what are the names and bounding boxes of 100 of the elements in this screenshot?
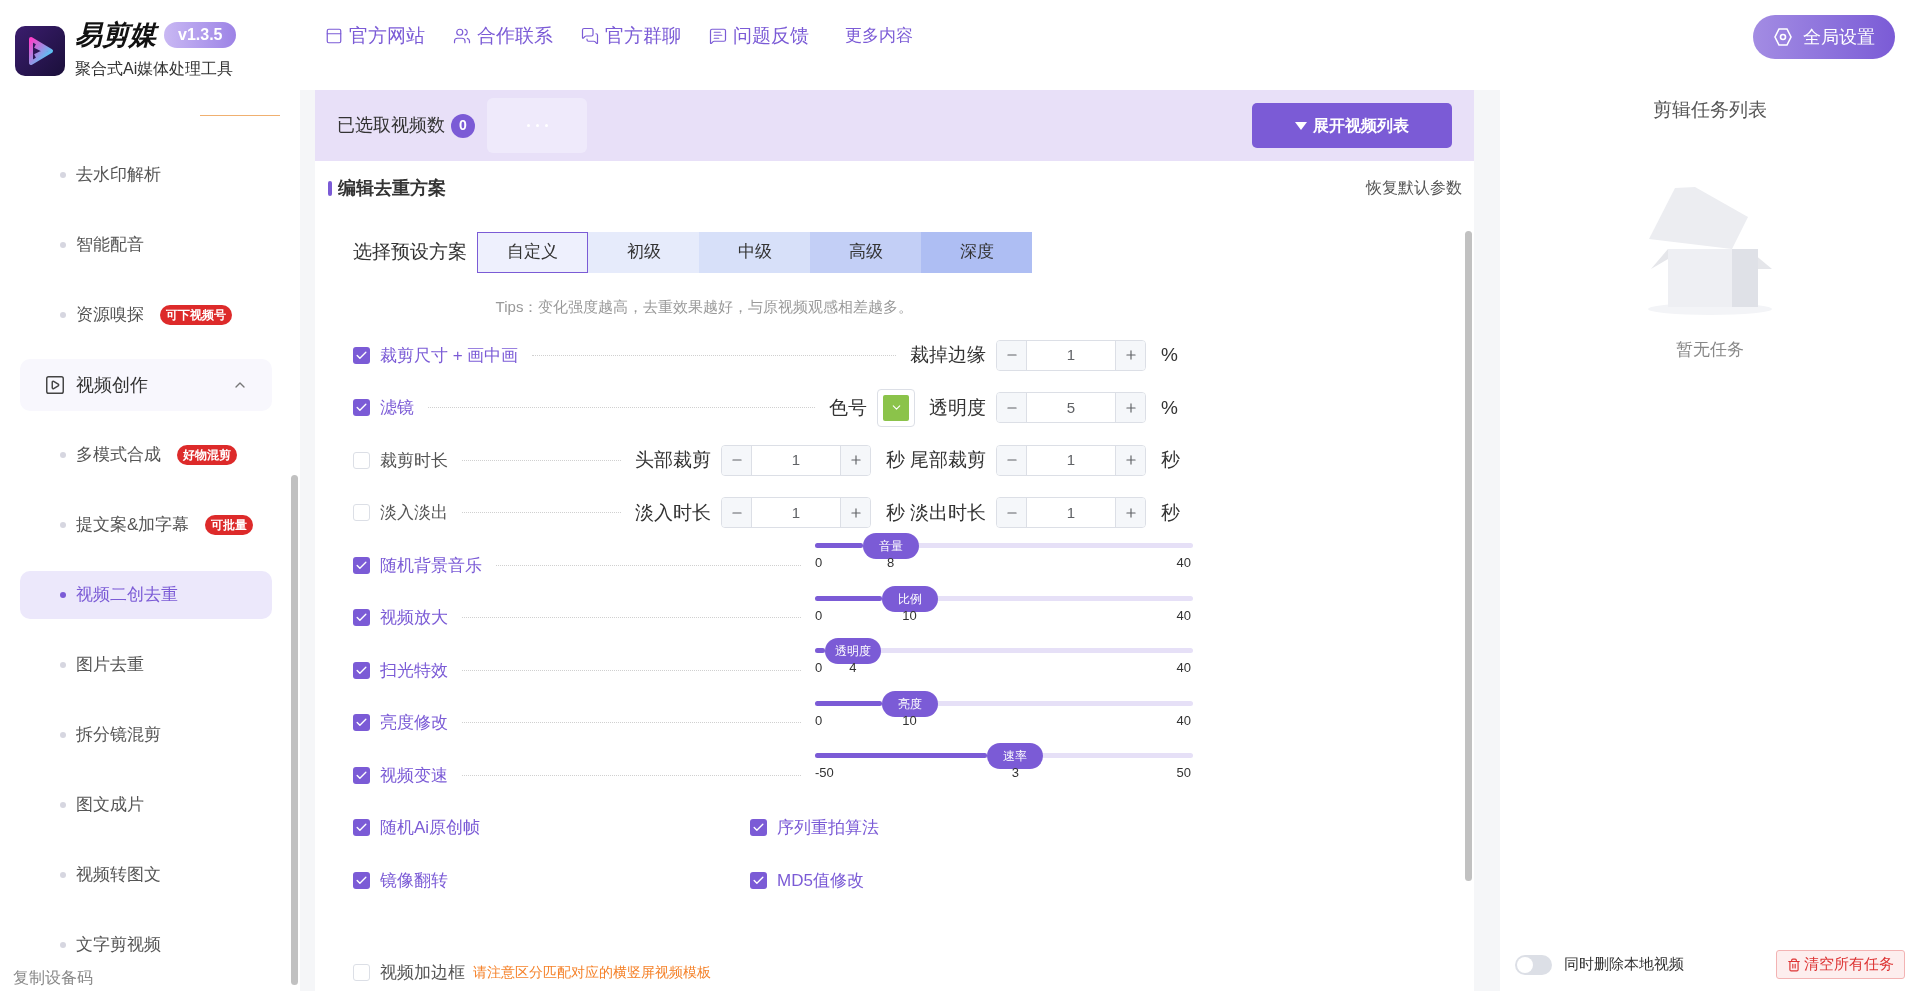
menu-label: 视频转图文 xyxy=(76,864,161,887)
checkbox[interactable] xyxy=(353,871,370,889)
settings-icon xyxy=(1773,27,1793,47)
preset-tab[interactable]: 自定义 xyxy=(477,231,588,273)
field-label: 淡入时长 xyxy=(635,500,711,525)
number-stepper[interactable]: 1 xyxy=(996,444,1146,476)
nav-link[interactable]: 更多内容 xyxy=(845,23,913,49)
checkbox[interactable] xyxy=(750,871,767,889)
minus-icon[interactable] xyxy=(997,445,1027,475)
checkbox[interactable] xyxy=(353,714,370,732)
scrollbar[interactable] xyxy=(291,475,298,985)
checkbox[interactable] xyxy=(353,399,370,417)
checkbox[interactable] xyxy=(353,609,370,627)
menu-label: 提文案&加字幕 xyxy=(76,514,190,537)
plus-icon[interactable] xyxy=(1115,393,1145,423)
number-value: 1 xyxy=(1065,502,1077,523)
menu-item[interactable]: 拆分镜混剪 xyxy=(20,711,272,759)
minus-icon[interactable] xyxy=(722,445,752,475)
option-label: 视频放大 xyxy=(380,607,448,629)
menu-item[interactable]: 图片去重 xyxy=(20,641,272,689)
slider-fill xyxy=(815,700,882,706)
menu-item[interactable]: 视频二创去重 xyxy=(20,571,272,619)
nav-link[interactable]: 问题反馈 xyxy=(709,21,809,51)
menu-item[interactable]: 图文成片 xyxy=(20,781,272,829)
menu-label: 视频二创去重 xyxy=(76,584,178,607)
option-label: 随机背景音乐 xyxy=(380,554,482,577)
number-stepper[interactable]: 1 xyxy=(996,339,1146,371)
preset-tab[interactable]: 初级 xyxy=(588,231,699,273)
empty-text: 暂无任务 xyxy=(1676,338,1744,361)
plus-icon[interactable] xyxy=(1115,498,1145,528)
menu-group[interactable]: 视频创作 xyxy=(20,359,272,411)
toggle-label: 同时删除本地视频 xyxy=(1564,954,1685,975)
version-badge: v1.3.5 xyxy=(164,22,237,48)
trash-icon xyxy=(1787,957,1801,972)
menu-item[interactable]: 文字剪视频 xyxy=(20,921,272,969)
scrollbar[interactable] xyxy=(1465,231,1472,881)
option-label: 淡入淡出 xyxy=(380,502,448,524)
checkbox[interactable] xyxy=(353,504,370,522)
slider-thumb[interactable]: 比例 xyxy=(881,585,938,612)
number-stepper[interactable]: 5 xyxy=(996,392,1146,424)
number-stepper[interactable]: 1 xyxy=(721,497,871,529)
field-label: 透明度 xyxy=(929,395,986,420)
checkbox[interactable] xyxy=(353,556,370,574)
preset-label: 选择预设方案 xyxy=(353,239,467,264)
field-label: 色号 xyxy=(829,395,867,420)
menu-item[interactable]: 资源嗅探 可下视频号 xyxy=(20,291,272,339)
video-icon xyxy=(44,374,66,396)
menu-item[interactable]: 智能配音 xyxy=(20,221,272,269)
plus-icon[interactable] xyxy=(1115,445,1145,475)
plus-icon[interactable] xyxy=(840,445,870,475)
checkbox[interactable] xyxy=(353,766,370,784)
warning-note: 请注意区分匹配对应的横竖屏视频模板 xyxy=(473,963,711,983)
checkbox[interactable] xyxy=(353,451,370,469)
number-value: 1 xyxy=(790,502,802,523)
field-label: 头部裁剪 xyxy=(635,448,711,472)
menu-item[interactable]: 多模式合成 好物混剪 xyxy=(20,431,272,479)
nav-link[interactable]: 合作联系 xyxy=(453,21,553,51)
menu-label: 图片去重 xyxy=(76,654,144,677)
menu-label: 图文成片 xyxy=(76,794,144,817)
color-picker[interactable] xyxy=(877,388,915,427)
preset-tab[interactable]: 高级 xyxy=(810,231,921,273)
menu-label: 多模式合成 xyxy=(76,444,161,467)
slider-thumb[interactable]: 亮度 xyxy=(881,690,938,717)
minus-icon[interactable] xyxy=(722,498,752,528)
minus-icon[interactable] xyxy=(997,340,1027,370)
section-title: 编辑去重方案 xyxy=(338,176,446,200)
option-label: MD5值修改 xyxy=(777,869,864,892)
field-label: 尾部裁剪 xyxy=(910,448,986,472)
slider-track[interactable]: 亮度 xyxy=(815,690,1193,717)
number-value: 1 xyxy=(790,450,802,470)
menu-item[interactable]: 去水印解析 xyxy=(20,151,272,199)
preset-tab[interactable]: 中级 xyxy=(699,231,810,273)
checkbox[interactable] xyxy=(353,964,370,982)
minus-icon[interactable] xyxy=(997,393,1027,423)
settings-button[interactable]: 全局设置 xyxy=(1753,15,1895,59)
checkbox[interactable] xyxy=(353,661,370,679)
toggle-switch[interactable] xyxy=(1515,954,1552,975)
slider-fill xyxy=(815,648,825,654)
plus-icon[interactable] xyxy=(1115,340,1145,370)
checkbox[interactable] xyxy=(750,819,767,837)
nav-link[interactable]: 官方群聊 xyxy=(581,21,681,51)
clear-all-button[interactable]: 清空所有任务 xyxy=(1776,950,1905,979)
reset-link[interactable]: 恢复默认参数 xyxy=(1366,176,1462,200)
checkbox[interactable] xyxy=(353,819,370,837)
menu-label: 智能配音 xyxy=(76,234,144,257)
slider-track[interactable]: 比例 xyxy=(815,585,1193,612)
menu-item[interactable]: 视频转图文 xyxy=(20,851,272,899)
option-label: 镜像翻转 xyxy=(380,869,448,892)
plus-icon[interactable] xyxy=(840,498,870,528)
copy-device-code-link[interactable]: 复制设备码 xyxy=(13,966,93,990)
number-stepper[interactable]: 1 xyxy=(996,497,1146,529)
menu-badge: 可批量 xyxy=(205,515,254,535)
menu-label: 资源嗅探 xyxy=(76,304,144,327)
number-stepper[interactable]: 1 xyxy=(721,444,871,476)
expand-list-button[interactable]: 展开视频列表 xyxy=(1252,103,1452,148)
menu-item[interactable]: 提文案&加字幕 可批量 xyxy=(20,501,272,549)
checkbox[interactable] xyxy=(353,346,370,364)
preset-tab[interactable]: 深度 xyxy=(921,231,1032,273)
nav-link[interactable]: 官方网站 xyxy=(325,21,425,51)
minus-icon[interactable] xyxy=(997,498,1027,528)
